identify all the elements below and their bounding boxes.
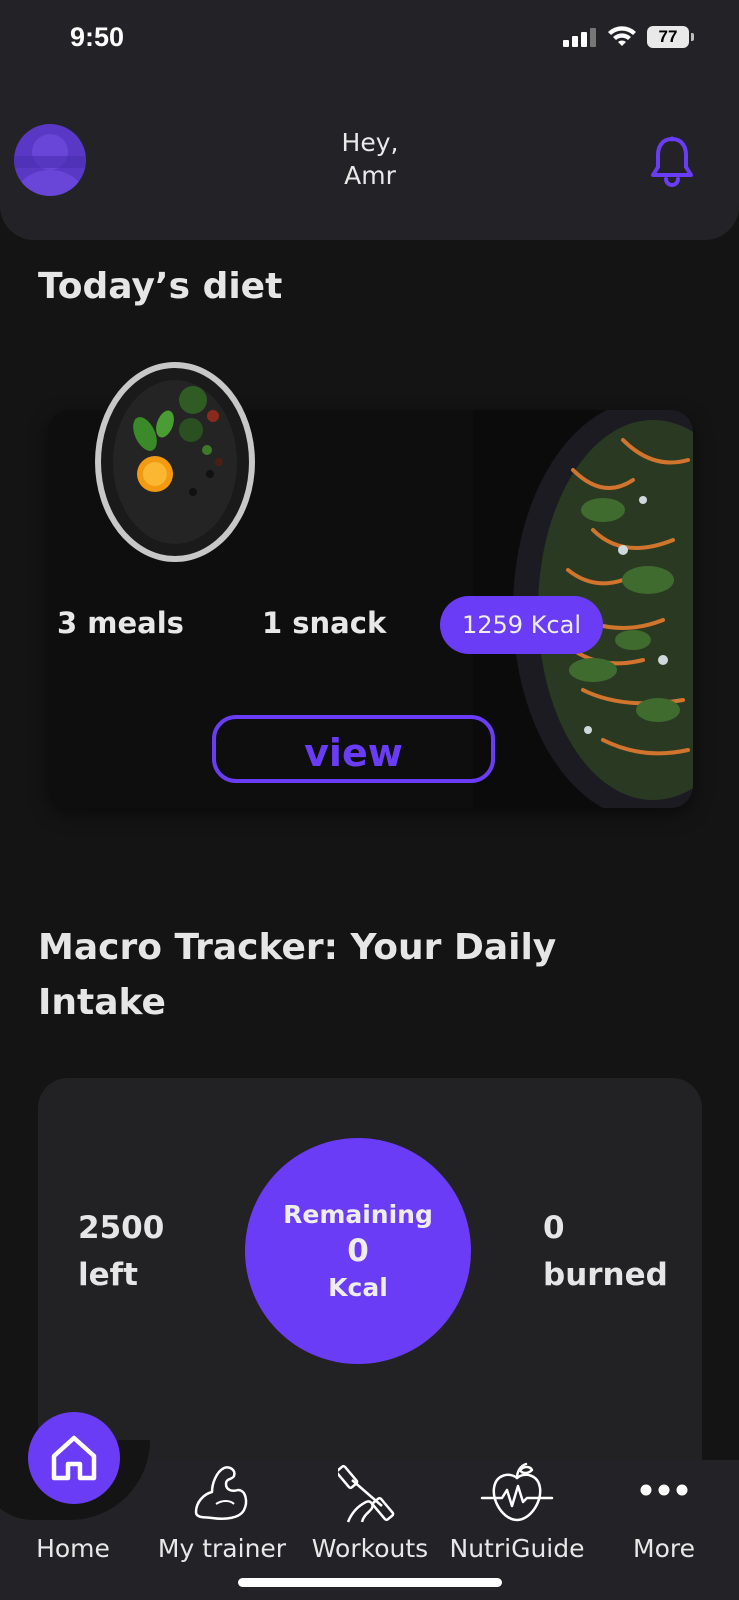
- burned-value: 0: [543, 1210, 565, 1246]
- wifi-icon: [608, 26, 636, 46]
- greeting-line1: Hey,: [341, 128, 399, 157]
- battery-icon: 77: [647, 26, 694, 48]
- left-value: 2500: [78, 1210, 165, 1246]
- more-icon: [640, 1484, 688, 1496]
- nav-label-home[interactable]: Home: [0, 1534, 148, 1563]
- diet-title: Today’s diet: [38, 266, 283, 307]
- user-name: Amr: [344, 161, 396, 190]
- kcal-badge: 1259 Kcal: [440, 596, 603, 654]
- view-button[interactable]: view: [212, 715, 495, 783]
- nav-label-more[interactable]: More: [589, 1534, 739, 1563]
- signal-icon: [563, 28, 596, 47]
- nav-item-workouts[interactable]: [335, 1462, 402, 1530]
- left-stat: 2500 left: [78, 1205, 164, 1299]
- bell-icon: [651, 136, 693, 187]
- burned-label: burned: [543, 1257, 668, 1293]
- remaining-label: Remaining: [283, 1200, 433, 1229]
- status-time: 9:50: [70, 22, 125, 52]
- home-indicator: [238, 1578, 502, 1587]
- remaining-value: 0: [347, 1233, 369, 1269]
- home-icon: [51, 1435, 97, 1481]
- burned-stat: 0 burned: [543, 1205, 668, 1299]
- nav-label-workouts[interactable]: Workouts: [295, 1534, 445, 1563]
- macro-title-line1: Macro Tracker: Your Daily: [38, 927, 557, 968]
- apple-heartbeat-icon: [480, 1462, 554, 1522]
- remaining-circle: Remaining 0 Kcal: [245, 1138, 471, 1364]
- macro-title-line2: Intake: [38, 982, 166, 1023]
- greeting: Hey, Amr: [320, 126, 420, 192]
- snack-count: 1 snack: [262, 606, 387, 640]
- remaining-unit: Kcal: [328, 1273, 388, 1302]
- plate-image: [95, 362, 255, 562]
- nav-label-my-trainer[interactable]: My trainer: [147, 1534, 297, 1563]
- dumbbell-icon: [335, 1464, 395, 1523]
- left-label: left: [78, 1257, 138, 1293]
- nav-item-home[interactable]: [28, 1412, 120, 1504]
- nav-item-nutriguide[interactable]: [480, 1462, 554, 1530]
- nav-item-more[interactable]: [640, 1482, 688, 1502]
- nav-label-nutriguide[interactable]: NutriGuide: [442, 1534, 592, 1563]
- status-icons: 77: [563, 26, 694, 48]
- user-icon: [14, 134, 86, 196]
- meals-count: 3 meals: [57, 606, 184, 640]
- flexed-arm-icon: [194, 1466, 248, 1520]
- nav-item-my-trainer[interactable]: [190, 1462, 252, 1528]
- notification-button[interactable]: [650, 135, 694, 191]
- macro-title: Macro Tracker: Your Daily Intake: [38, 920, 556, 1030]
- avatar[interactable]: [14, 124, 86, 196]
